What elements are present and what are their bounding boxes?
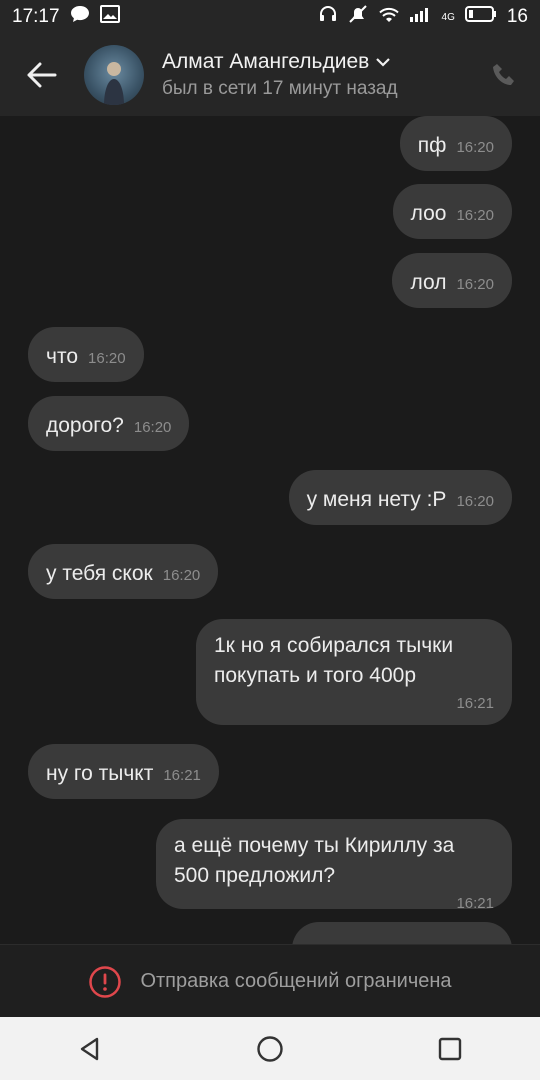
message-bubble-outgoing-partial[interactable] [292,922,512,944]
square-recents-icon [438,1037,462,1060]
message-text: а ещё почему ты Кириллу за 500 предложил… [174,834,455,887]
nav-home-button[interactable] [235,1017,305,1080]
signal-icon [409,6,432,28]
mute-icon [348,4,368,30]
call-button[interactable] [474,45,534,105]
image-notification-icon [99,5,120,29]
message-bubble-outgoing[interactable]: 1к но я собирался тычки покупать и того … [196,619,512,725]
message-time: 16:20 [88,350,126,367]
message-text: лол [410,271,447,294]
status-time: 17:17 [12,6,60,27]
message-text: дорого? [46,414,124,437]
message-bubble-incoming[interactable]: что 16:20 [28,327,144,382]
message-time: 16:21 [456,695,494,712]
network-type: 4G [441,11,455,23]
chat-notification-icon [70,5,90,29]
messaging-restricted-banner: Отправка сообщений ограничена [0,944,540,1018]
message-text: ну го тычкт [46,762,154,785]
avatar[interactable] [84,45,144,105]
triangle-back-icon [80,1037,99,1060]
last-seen: был в сети 17 минут назад [162,78,398,99]
message-text: у меня нету :P [306,488,447,511]
message-bubble-incoming[interactable]: у тебя скок 16:20 [28,544,219,599]
phone-icon [493,64,514,85]
message-text: лоо [410,202,447,225]
message-time: 16:21 [456,895,494,912]
restriction-text: Отправка сообщений ограничена [140,970,452,992]
battery-icon [464,6,497,28]
message-text: пф [417,134,447,157]
battery-level: 16 [506,6,528,27]
message-list: пф 16:20 лоо 16:20 лол 16:20 что 16:20 д… [0,116,540,944]
message-time: 16:21 [163,767,201,784]
message-time: 16:20 [456,276,494,293]
wifi-icon [378,5,400,29]
nav-back-button[interactable] [55,1017,125,1080]
message-bubble-outgoing[interactable]: лоо 16:20 [392,184,512,239]
message-time: 16:20 [456,139,494,156]
message-bubble-outgoing[interactable]: пф 16:20 [399,116,512,171]
warning-icon [89,965,122,998]
chat-header: Алмат Амангельдиев был в сети 17 минут н… [0,34,540,116]
contact-name: Алмат Амангельдиев [162,50,370,73]
message-text: что [46,345,79,368]
message-bubble-incoming[interactable]: ну го тычкт 16:21 [28,744,219,799]
back-button[interactable] [0,34,84,116]
circle-home-icon [257,1035,283,1062]
nav-recents-button[interactable] [415,1017,485,1080]
message-time: 16:20 [133,419,172,436]
arrow-left-icon [27,62,57,88]
message-text: 1к но я собирался тычки покупать и того … [214,634,454,687]
status-bar: 17:17 4G 16 [0,0,540,34]
message-time: 16:20 [456,493,494,510]
message-bubble-outgoing[interactable]: у меня нету :P 16:20 [288,470,512,525]
message-text: у тебя скок [46,562,153,585]
message-bubble-outgoing[interactable]: лол 16:20 [392,253,512,308]
chat-title[interactable]: Алмат Амангельдиев был в сети 17 минут н… [162,50,474,100]
headset-icon [318,4,338,30]
system-nav-bar [0,1017,540,1080]
message-time: 16:20 [456,207,494,224]
message-time: 16:20 [162,567,201,584]
chevron-down-icon [376,58,391,67]
message-bubble-incoming[interactable]: дорого? 16:20 [28,396,190,451]
message-bubble-outgoing[interactable]: а ещё почему ты Кириллу за 500 предложил… [156,819,512,912]
